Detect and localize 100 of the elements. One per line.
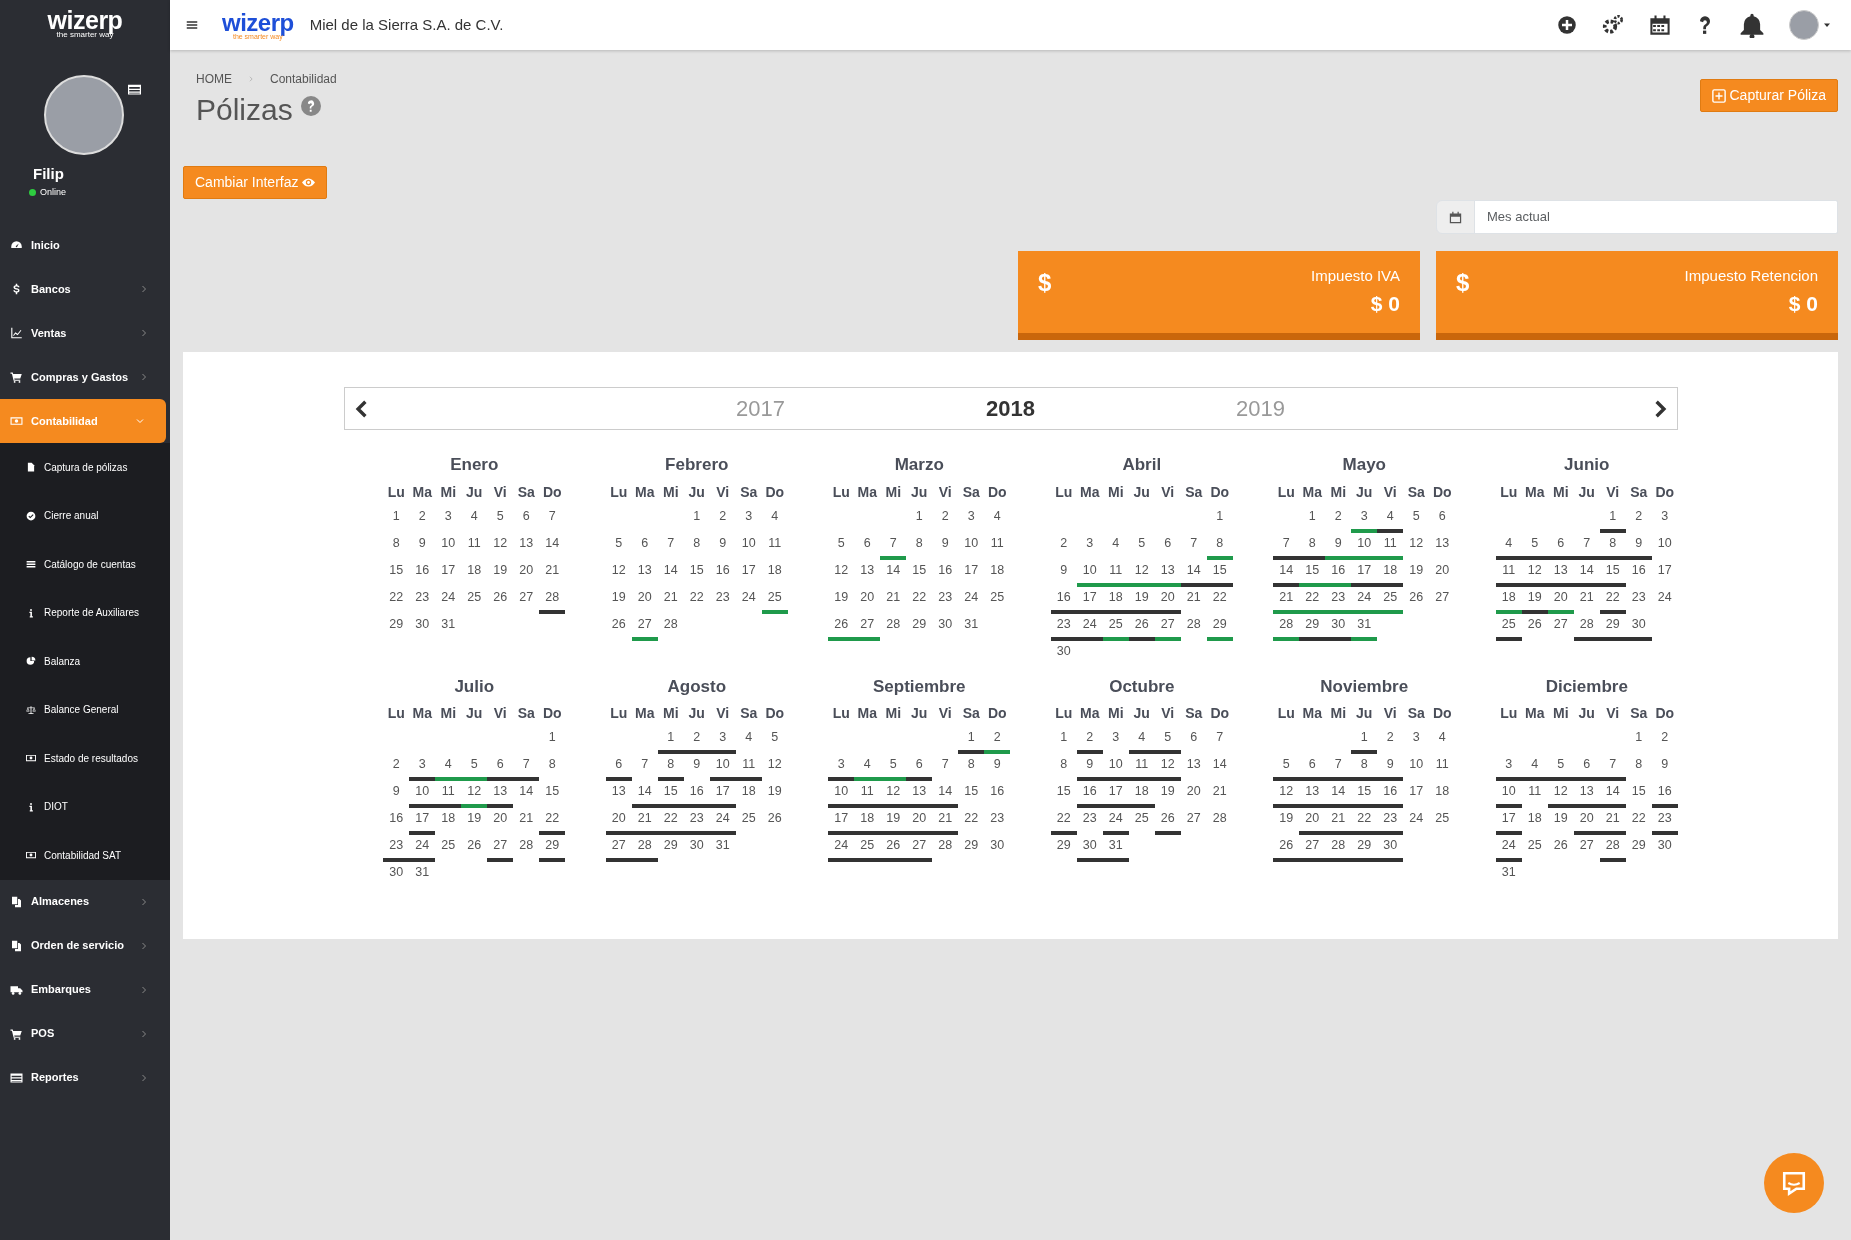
calendar-day[interactable]: 3: [1076, 532, 1103, 560]
calendar-day[interactable]: 1: [383, 505, 410, 533]
calendar-day[interactable]: 13: [854, 559, 881, 587]
calendar-day[interactable]: 26: [1547, 835, 1574, 862]
calendar-day[interactable]: 24: [1351, 586, 1378, 614]
calendar-day[interactable]: 7: [1206, 727, 1233, 754]
calendar-day[interactable]: 11: [1429, 754, 1456, 781]
calendar-day[interactable]: 14: [1325, 781, 1352, 808]
calendar-day[interactable]: 3: [1102, 727, 1129, 754]
calendar-day[interactable]: 14: [1599, 781, 1626, 808]
calendar-day[interactable]: 17: [709, 781, 736, 808]
calendar-day[interactable]: 11: [1102, 559, 1129, 587]
submenu-item[interactable]: Balance General: [0, 685, 170, 734]
calendar-day[interactable]: 3: [709, 727, 736, 754]
calendar-day[interactable]: 25: [1429, 808, 1456, 835]
calendar-day[interactable]: 28: [1325, 835, 1352, 862]
calendar-day[interactable]: 12: [487, 532, 514, 560]
calendar-day[interactable]: 22: [1599, 586, 1626, 614]
calendar-day[interactable]: 18: [984, 559, 1011, 587]
calendar-day[interactable]: 1: [906, 505, 933, 533]
logo-text[interactable]: wizerp: [222, 10, 294, 35]
calendar-day[interactable]: 14: [932, 781, 959, 808]
calendar-day[interactable]: 20: [487, 808, 514, 835]
calendar-day[interactable]: 30: [932, 613, 959, 641]
calendar-day[interactable]: 29: [1299, 613, 1326, 641]
calendar-day[interactable]: 17: [409, 808, 436, 835]
calendar-day[interactable]: 10: [1403, 754, 1430, 781]
calendar-day[interactable]: 18: [1521, 808, 1548, 835]
calendar-day[interactable]: 9: [984, 754, 1011, 781]
calendar-day[interactable]: 30: [1325, 613, 1352, 641]
calendar-day[interactable]: 14: [539, 532, 566, 560]
calendar-day[interactable]: 23: [1651, 808, 1678, 835]
calendar-day[interactable]: 22: [657, 808, 684, 835]
calendar-day[interactable]: 23: [1377, 808, 1404, 835]
calendar-day[interactable]: 18: [735, 781, 762, 808]
calendar-day[interactable]: 24: [828, 835, 855, 862]
calendar-day[interactable]: 28: [631, 835, 658, 862]
calendar-day[interactable]: 11: [761, 532, 788, 560]
calendar-day[interactable]: 24: [1495, 835, 1522, 862]
calendar-day[interactable]: 2: [984, 727, 1011, 754]
calendar-day[interactable]: 15: [1050, 781, 1077, 808]
sidebar-item[interactable]: Embarques: [0, 967, 170, 1012]
calendar-day[interactable]: 26: [1273, 835, 1300, 862]
calendar-day[interactable]: 6: [487, 754, 514, 781]
submenu-item[interactable]: Balanza: [0, 637, 170, 686]
calendar-day[interactable]: 9: [683, 754, 710, 781]
calendar-day[interactable]: 30: [683, 835, 710, 862]
calendar-day[interactable]: 14: [1206, 754, 1233, 781]
calendar-day[interactable]: 17: [435, 559, 462, 587]
calendar-day[interactable]: 10: [709, 754, 736, 781]
calendar-day[interactable]: 10: [958, 532, 985, 560]
logo-text[interactable]: wizerp: [47, 8, 123, 33]
sidebar-item[interactable]: Almacenes: [0, 879, 170, 924]
user-menu[interactable]: [1789, 10, 1831, 40]
calendar-day[interactable]: 16: [1325, 559, 1352, 587]
calendar-day[interactable]: 18: [854, 808, 881, 835]
calendar-day[interactable]: 23: [709, 586, 736, 614]
calendar-day[interactable]: 1: [683, 505, 710, 533]
calendar-day[interactable]: 29: [1050, 835, 1077, 862]
calendar-day[interactable]: 8: [683, 532, 710, 560]
submenu-item[interactable]: Estado de resultados: [0, 734, 170, 783]
calendar-day[interactable]: 11: [735, 754, 762, 781]
calendar-day[interactable]: 21: [631, 808, 658, 835]
calendar-day[interactable]: 10: [1351, 532, 1378, 560]
calendar-day[interactable]: 17: [828, 808, 855, 835]
calendar-day[interactable]: 1: [958, 727, 985, 754]
calendar-day[interactable]: 26: [1128, 613, 1155, 641]
calendar-day[interactable]: 11: [461, 532, 488, 560]
calendar-day[interactable]: 29: [383, 613, 410, 641]
calendar-day[interactable]: 28: [932, 835, 959, 862]
calendar-day[interactable]: 17: [1651, 559, 1678, 587]
calendar-day[interactable]: 1: [1351, 727, 1378, 754]
calendar-day[interactable]: 31: [1351, 613, 1378, 641]
calendar-day[interactable]: 2: [932, 505, 959, 533]
calendar-day[interactable]: 11: [1495, 559, 1522, 587]
calendar-day[interactable]: 25: [984, 586, 1011, 614]
calendar-day[interactable]: 19: [1547, 808, 1574, 835]
calendar-day[interactable]: 10: [828, 781, 855, 808]
calendar-day[interactable]: 13: [1573, 781, 1600, 808]
calendar-day[interactable]: 11: [854, 781, 881, 808]
breadcrumb-link[interactable]: Contabilidad: [270, 70, 337, 88]
calendar-day[interactable]: 17: [1495, 808, 1522, 835]
calendar-day[interactable]: 27: [906, 835, 933, 862]
calendar-day[interactable]: 2: [409, 505, 436, 533]
calendar-day[interactable]: 27: [631, 613, 658, 641]
calendar-day[interactable]: 6: [605, 754, 632, 781]
calendar-day[interactable]: 6: [631, 532, 658, 560]
sidebar-item[interactable]: Reportes: [0, 1055, 170, 1100]
calendar-day[interactable]: 3: [958, 505, 985, 533]
calendar-day[interactable]: 28: [513, 835, 540, 862]
calendar-day[interactable]: 21: [1206, 781, 1233, 808]
calendar-day[interactable]: 17: [1403, 781, 1430, 808]
calendar-day[interactable]: 21: [1325, 808, 1352, 835]
calendar-day[interactable]: 17: [1102, 781, 1129, 808]
calendar-day[interactable]: 12: [880, 781, 907, 808]
calendar-day[interactable]: 21: [1573, 586, 1600, 614]
calendar-day[interactable]: 27: [1180, 808, 1207, 835]
calendar-day[interactable]: 31: [1495, 862, 1522, 889]
calendar-day[interactable]: 28: [880, 613, 907, 641]
calendar-day[interactable]: 7: [513, 754, 540, 781]
